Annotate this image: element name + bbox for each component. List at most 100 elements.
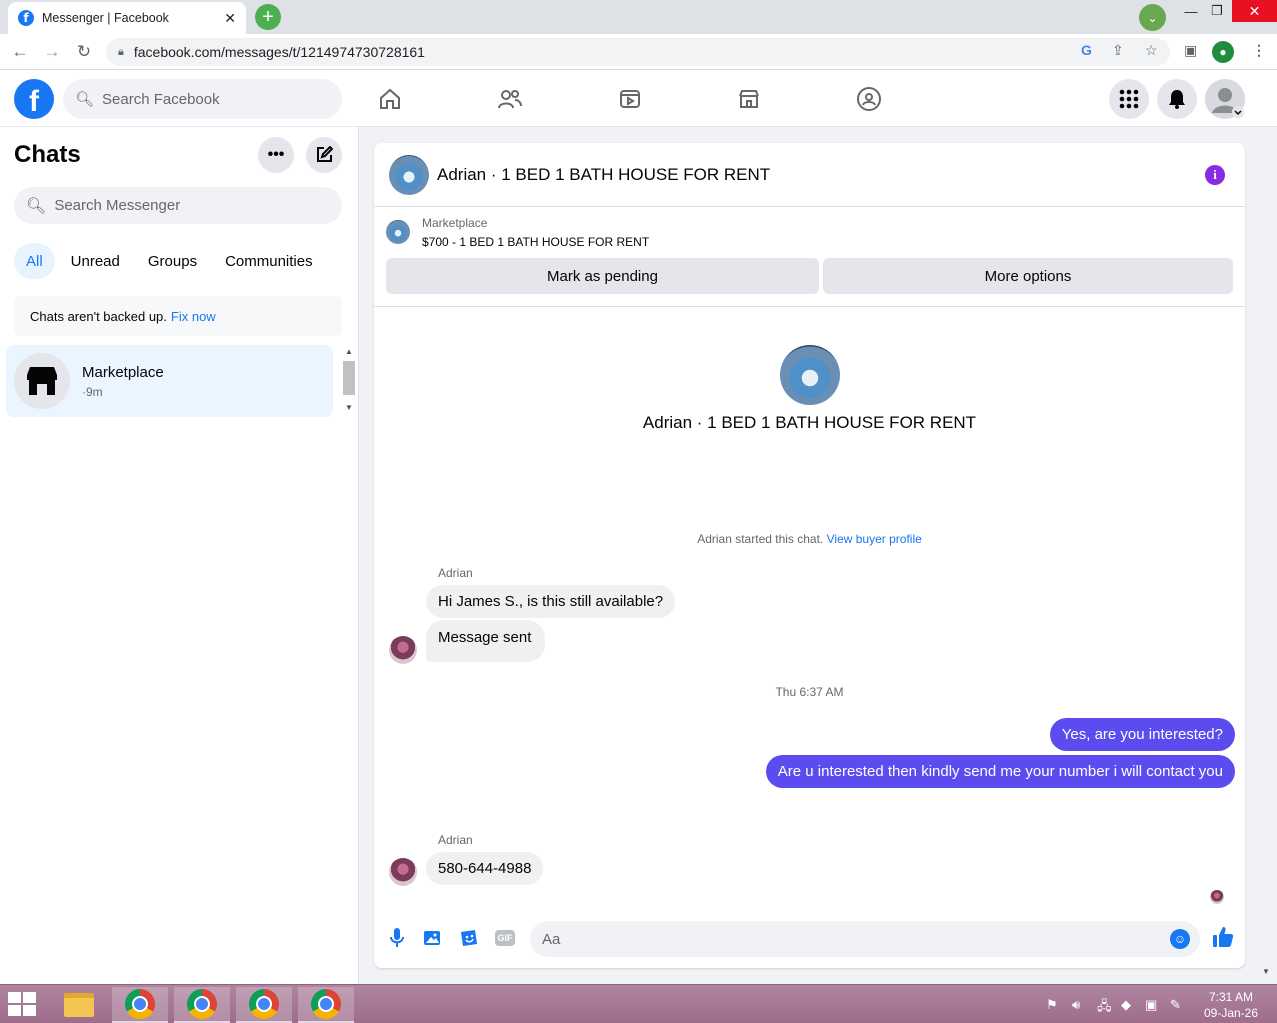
search-icon: 🔍︎ [75,91,95,108]
info-icon[interactable]: i [1205,165,1225,185]
restore-button[interactable]: ❐ [1202,0,1232,22]
friends-icon[interactable] [495,84,525,114]
file-explorer-icon[interactable] [51,987,107,1023]
fix-now-link[interactable]: Fix now [171,309,216,324]
marketplace-avatar [14,353,70,409]
action-center-flag-icon[interactable]: ⚑ [1046,997,1058,1013]
sender-avatar[interactable] [389,858,417,886]
view-buyer-profile-link[interactable]: View buyer profile [827,532,922,546]
watch-icon[interactable] [615,84,645,114]
sidebar-scrollbar[interactable]: ▲ ▼ [341,345,357,415]
home-icon[interactable] [375,84,405,114]
url-text: facebook.com/messages/t/1214974730728161 [133,44,425,60]
taskbar-clock[interactable]: 7:31 AM 09-Jan-26 [1196,989,1266,1021]
google-lens-icon[interactable]: G [1081,42,1092,58]
scroll-down-icon[interactable]: ▼ [345,403,353,412]
scroll-up-icon[interactable]: ▲ [345,347,353,356]
share-icon[interactable]: ⇪ [1112,42,1124,59]
chrome-profile-taskbar-icon[interactable] [298,987,354,1023]
gif-icon[interactable]: GIF [494,927,516,949]
facebook-search-placeholder: Search Facebook [102,90,220,108]
sticker-icon[interactable] [458,927,480,949]
volume-icon[interactable]: 🔊︎ [1072,997,1080,1013]
windows-taskbar: ⚑ 🔊︎ 🖧 ◆ ▣ ✎ 7:31 AM 09-Jan-26 [0,984,1277,1023]
search-icon: 🔍︎ [26,197,47,215]
tray-app-icon[interactable]: ◆ [1121,997,1131,1013]
clock-time: 7:31 AM [1208,990,1254,1004]
clock-date: 09-Jan-26 [1203,1006,1259,1020]
chat-started-notice: Adrian started this chat. View buyer pro… [374,532,1245,546]
sender-name: Adrian [438,833,473,847]
bookmark-star-icon[interactable]: ☆ [1145,42,1158,59]
lock-icon[interactable]: 🔒︎ [118,46,124,59]
conversation-header[interactable]: Adrian · 1 BED 1 BATH HOUSE FOR RENT i [374,143,1245,207]
new-message-icon[interactable] [306,137,342,173]
chrome-profile-taskbar-icon[interactable] [236,987,292,1023]
seen-indicator-avatar [1210,890,1224,904]
more-options-button[interactable]: More options [823,258,1233,294]
groups-icon[interactable] [854,84,884,114]
messenger-search-input[interactable]: 🔍︎ Search Messenger [14,187,342,224]
back-button[interactable]: ← [7,40,33,64]
scroll-thumb[interactable] [343,361,355,395]
profile-icon[interactable]: ● [1212,41,1234,63]
close-tab-icon[interactable]: ✕ [224,10,236,27]
new-tab-button[interactable]: + [255,4,281,30]
outgoing-message[interactable]: Yes, are you interested? [1049,718,1235,751]
url-bar[interactable]: 🔒︎ facebook.com/messages/t/1214974730728… [106,38,1170,66]
sender-avatar[interactable] [389,636,417,664]
photo-icon[interactable] [422,927,444,949]
mark-as-pending-button[interactable]: Mark as pending [386,258,819,294]
profile-avatar-large[interactable] [780,345,840,405]
windows-start-icon[interactable] [8,992,36,1016]
microphone-icon[interactable] [386,927,408,949]
tab-search-button[interactable]: ⌄ [1139,4,1166,31]
profile-name: Adrian · 1 BED 1 BATH HOUSE FOR RENT [642,413,977,432]
listing-source-label: Marketplace [422,216,488,230]
chrome-taskbar-icon[interactable] [112,987,168,1023]
message-timestamp: Thu 6:37 AM [775,685,844,699]
gif-label: GIF [495,930,515,946]
chat-filters: All Unread Groups Communities [14,243,329,279]
facebook-logo-icon[interactable]: f [14,79,54,119]
sender-name: Adrian [438,566,473,580]
marketplace-icon[interactable] [734,84,764,114]
message-input[interactable]: Aa ☺ [530,921,1200,957]
listing-thumbnail[interactable] [386,220,410,244]
filter-communities[interactable]: Communities [213,243,325,279]
notifications-bell-icon[interactable] [1157,79,1197,119]
forward-button[interactable]: → [39,40,65,64]
listing-title[interactable]: $700 - 1 BED 1 BATH HOUSE FOR RENT [422,235,649,249]
account-avatar[interactable] [1205,79,1245,119]
more-options-icon[interactable]: ••• [258,137,294,173]
reload-button[interactable]: ↻ [71,40,97,64]
menu-kebab-icon[interactable]: ⋮ [1252,42,1266,59]
conversation-panel: Adrian · 1 BED 1 BATH HOUSE FOR RENT i M… [374,143,1245,968]
incoming-message[interactable]: Message sent [426,620,546,662]
scroll-down-icon[interactable]: ▼ [1262,967,1270,976]
incoming-message[interactable]: Hi James S., is this still available? [426,585,676,618]
outgoing-message[interactable]: Are u interested then kindly send me you… [765,755,1235,788]
chats-title: Chats [14,141,81,168]
conversation-title[interactable]: Adrian · 1 BED 1 BATH HOUSE FOR RENT [437,165,770,185]
network-icon[interactable]: 🖧 [1097,997,1112,1019]
facebook-search-input[interactable]: 🔍︎ Search Facebook [63,79,342,119]
pen-icon[interactable]: ✎ [1170,997,1181,1013]
menu-grid-icon[interactable] [1109,79,1149,119]
chrome-profile-taskbar-icon[interactable] [174,987,230,1023]
incoming-message[interactable]: 580-644-4988 [426,852,544,885]
thumbs-up-icon[interactable] [1212,926,1234,954]
facebook-favicon-icon: f [18,10,34,26]
filter-unread[interactable]: Unread [59,243,132,279]
tray-video-icon[interactable]: ▣ [1145,997,1157,1013]
filter-all[interactable]: All [14,243,55,279]
conversation-avatar[interactable] [389,154,429,195]
backup-notice: Chats aren't backed up. Fix now [14,296,342,336]
window-close-button[interactable]: ✕ [1232,0,1277,22]
side-panel-icon[interactable]: ▣ [1184,42,1197,59]
filter-groups[interactable]: Groups [136,243,209,279]
emoji-icon[interactable]: ☺ [1170,929,1190,949]
chat-list-item-marketplace[interactable]: Marketplace ·9m [6,345,333,417]
address-toolbar: ← → ↻ 🔒︎ facebook.com/messages/t/1214974… [0,34,1277,70]
browser-tab[interactable]: f Messenger | Facebook ✕ [8,2,246,34]
